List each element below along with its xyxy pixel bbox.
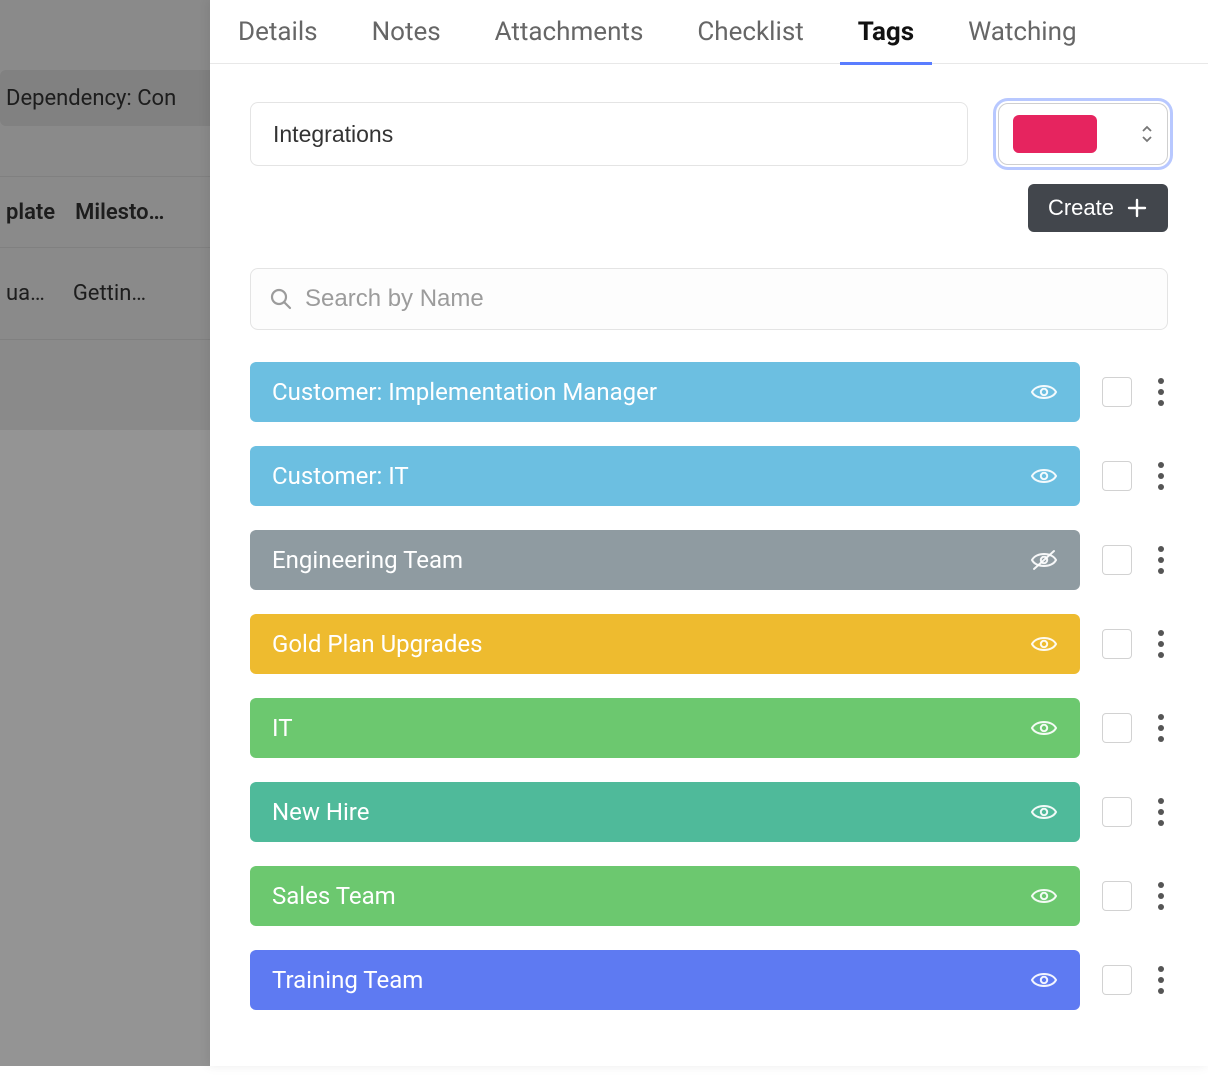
tag-label: New Hire [272,798,369,826]
tag-checkbox[interactable] [1102,881,1132,911]
tag-label: Sales Team [272,882,396,910]
plus-icon [1126,197,1148,219]
tag-chip[interactable]: Customer: Implementation Manager [250,362,1080,422]
tag-checkbox[interactable] [1102,461,1132,491]
tag-checkbox[interactable] [1102,713,1132,743]
eye-icon[interactable] [1030,970,1058,990]
tab-watching[interactable]: Watching [968,0,1077,64]
tag-chip[interactable]: Gold Plan Upgrades [250,614,1080,674]
panel-tabs: Details Notes Attachments Checklist Tags Watc… [210,0,1208,64]
tag-chip[interactable]: New Hire [250,782,1080,842]
search-input[interactable] [305,285,1149,313]
tag-list: Customer: Implementation Manager Customer… [210,330,1208,1030]
tag-chip[interactable]: Engineering Team [250,530,1080,590]
tag-row: Customer: Implementation Manager [250,362,1168,422]
eye-icon[interactable] [1030,634,1058,654]
tag-label: Customer: Implementation Manager [272,378,657,406]
tag-chip[interactable]: Customer: IT [250,446,1080,506]
tag-checkbox[interactable] [1102,965,1132,995]
create-button[interactable]: Create [1028,184,1168,232]
tag-label: Training Team [272,966,423,994]
search-icon [269,287,293,311]
tag-checkbox[interactable] [1102,797,1132,827]
tag-label: IT [272,714,293,742]
create-button-label: Create [1048,195,1114,221]
more-icon[interactable] [1154,630,1168,658]
tag-checkbox[interactable] [1102,377,1132,407]
more-icon[interactable] [1154,546,1168,574]
tab-tags[interactable]: Tags [858,0,914,64]
more-icon[interactable] [1154,882,1168,910]
tag-row: Training Team [250,950,1168,1010]
eye-off-icon[interactable] [1030,549,1058,571]
tag-row: Gold Plan Upgrades [250,614,1168,674]
eye-icon[interactable] [1030,886,1058,906]
tag-checkbox[interactable] [1102,545,1132,575]
stepper-icon [1141,125,1153,143]
tab-notes[interactable]: Notes [372,0,441,64]
tag-label: Engineering Team [272,546,463,574]
search-box[interactable] [250,268,1168,330]
tags-panel: Details Notes Attachments Checklist Tags Watc… [210,0,1208,1066]
more-icon[interactable] [1154,798,1168,826]
tag-chip[interactable]: Sales Team [250,866,1080,926]
tag-row: Sales Team [250,866,1168,926]
tag-row: Engineering Team [250,530,1168,590]
new-tag-color-select[interactable] [998,103,1168,165]
more-icon[interactable] [1154,714,1168,742]
tag-row: Customer: IT [250,446,1168,506]
tag-chip[interactable]: IT [250,698,1080,758]
tab-attachments[interactable]: Attachments [495,0,644,64]
tag-row: New Hire [250,782,1168,842]
tag-label: Customer: IT [272,462,409,490]
new-tag-name-input[interactable] [250,102,968,166]
tab-checklist[interactable]: Checklist [697,0,803,64]
tag-checkbox[interactable] [1102,629,1132,659]
tab-details[interactable]: Details [238,0,318,64]
eye-icon[interactable] [1030,466,1058,486]
eye-icon[interactable] [1030,382,1058,402]
tag-row: IT [250,698,1168,758]
eye-icon[interactable] [1030,718,1058,738]
tag-chip[interactable]: Training Team [250,950,1080,1010]
more-icon[interactable] [1154,462,1168,490]
tag-label: Gold Plan Upgrades [272,630,482,658]
eye-icon[interactable] [1030,802,1058,822]
more-icon[interactable] [1154,966,1168,994]
new-tag-color-swatch [1013,115,1097,153]
more-icon[interactable] [1154,378,1168,406]
